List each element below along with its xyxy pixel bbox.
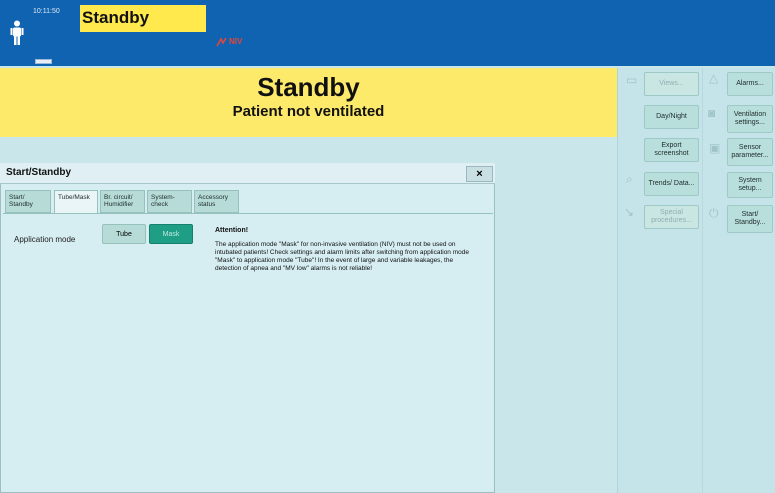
sensor-parameter-button[interactable]: Sensor parameter...	[727, 138, 773, 166]
alarm-icon: △	[709, 71, 719, 85]
tab-tube-mask[interactable]: Tube/Mask	[54, 190, 98, 214]
export-screenshot-button[interactable]: Export screenshot	[644, 138, 699, 162]
sensor-icon: ▣	[709, 141, 721, 155]
panel-divider	[702, 68, 703, 493]
banner-subtitle: Patient not ventilated	[232, 103, 385, 120]
views-button[interactable]: Views...	[644, 72, 699, 96]
tube-mode-button[interactable]: Tube	[102, 224, 146, 244]
day-night-button[interactable]: Day/Night	[644, 105, 699, 129]
mode-status-label: Standby	[80, 5, 206, 32]
tab-start-standby[interactable]: Start/ Standby	[5, 190, 51, 213]
start-standby-button[interactable]: Start/ Standby...	[727, 205, 773, 233]
alarms-button[interactable]: Alarms...	[727, 72, 773, 96]
special-procedures-icon: ↘	[624, 205, 635, 219]
views-icon: ▭	[626, 73, 638, 87]
trends-icon: ⌕	[626, 172, 633, 186]
dialog-title: Start/Standby	[6, 167, 72, 178]
banner-title: Standby	[257, 72, 360, 102]
tab-system-check[interactable]: System-check	[147, 190, 192, 213]
application-mode-label: Application mode	[14, 235, 76, 244]
patient-icon	[10, 20, 24, 45]
niv-mask-icon	[216, 37, 227, 47]
clock-time: 10:11:50	[33, 8, 60, 15]
power-icon: ⏻	[709, 206, 719, 220]
system-setup-button[interactable]: System setup...	[727, 172, 773, 198]
tab-breathing-circuit-humidifier[interactable]: Br. circuit/ Humidifier	[100, 190, 145, 213]
niv-indicator: NIV	[229, 37, 243, 46]
ventilation-icon: ◙	[708, 106, 716, 120]
attention-text: The application mode "Mask" for non-inva…	[215, 241, 469, 273]
tab-accessory-status[interactable]: Accessory status	[194, 190, 239, 213]
attention-title: Attention!	[215, 227, 249, 234]
tab-divider	[3, 213, 493, 214]
ventilation-settings-button[interactable]: Ventilation settings...	[727, 105, 773, 133]
trends-data-button[interactable]: Trends/ Data...	[644, 172, 699, 196]
dialog-titlebar	[0, 163, 495, 184]
special-procedures-button[interactable]: Special procedures...	[644, 205, 699, 229]
battery-icon	[35, 59, 52, 64]
mask-mode-button[interactable]: Mask	[149, 224, 193, 244]
close-button[interactable]: ×	[466, 166, 493, 182]
